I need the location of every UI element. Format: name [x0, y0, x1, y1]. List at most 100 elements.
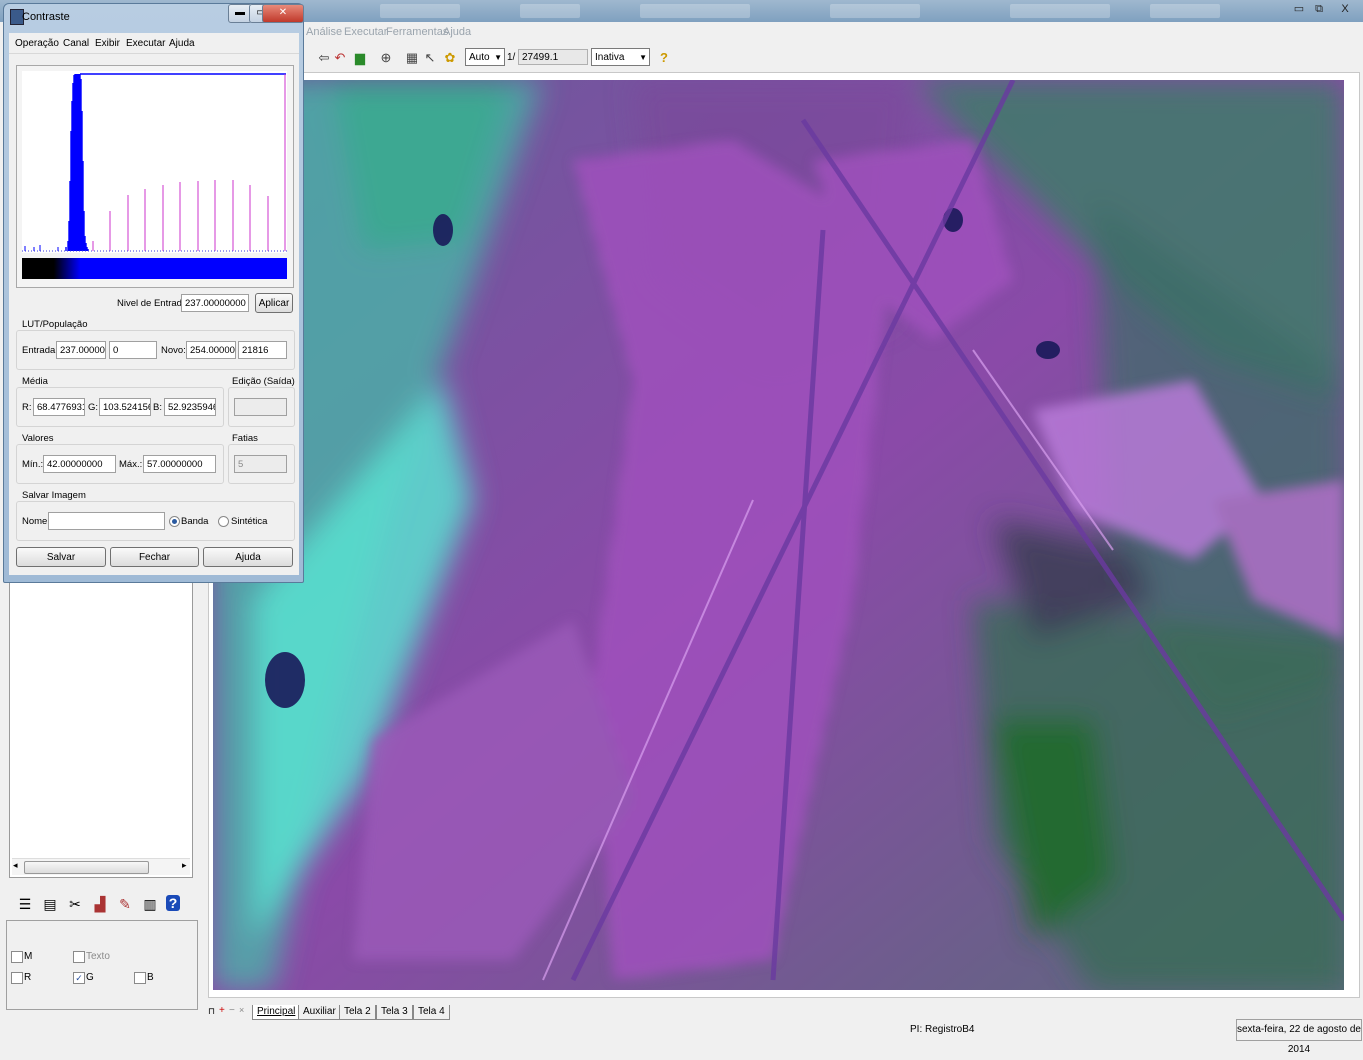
fatias-label: Fatias — [232, 433, 258, 444]
label-r: R — [24, 972, 32, 983]
checkbox-r[interactable] — [11, 972, 23, 984]
chevron-down-icon: ▼ — [494, 53, 502, 62]
scroll-left-icon[interactable]: ◂ — [13, 860, 18, 871]
input-level-label: Nivel de Entrada: — [117, 298, 190, 309]
help-icon[interactable]: ? — [166, 895, 180, 911]
taskbar-blur — [1010, 4, 1110, 18]
entrada-count-field[interactable]: 0 — [109, 341, 157, 359]
radio-banda[interactable] — [169, 516, 180, 527]
nome-label: Nome: — [22, 516, 50, 527]
undo-icon[interactable]: ↶ — [332, 50, 348, 66]
zoom-icon[interactable]: ⊕ — [378, 50, 394, 66]
salvar-imagem-label: Salvar Imagem — [22, 490, 86, 501]
media-label: Média — [22, 376, 48, 387]
novo-value-field[interactable]: 254.0000000 — [186, 341, 236, 359]
minimize-button[interactable]: ▭ — [1290, 2, 1308, 16]
radio-sintetica[interactable] — [218, 516, 229, 527]
tab-principal[interactable]: Principal — [252, 1005, 301, 1020]
novo-count-field[interactable]: 21816 — [238, 341, 287, 359]
back-arrow-icon[interactable]: ⇦ — [316, 50, 332, 66]
checkbox-texto[interactable] — [73, 951, 85, 963]
zoom-mode-value: Auto — [469, 52, 490, 63]
layers-icon[interactable]: ▆ — [352, 50, 368, 66]
b-label: B: — [153, 402, 162, 413]
status-date: sexta-feira, 22 de agosto de 2014 — [1236, 1019, 1362, 1055]
apply-button[interactable]: Aplicar — [255, 293, 293, 313]
ajuda-button[interactable]: Ajuda — [203, 547, 293, 567]
pointer-icon[interactable]: ↖ — [422, 50, 438, 66]
remove-tab-icon[interactable]: − — [229, 1005, 235, 1016]
label-texto: Texto — [86, 951, 110, 962]
channel-panel: M Texto R ✓ G B — [6, 920, 198, 1010]
max-field[interactable]: 57.00000000 — [143, 455, 216, 473]
zoom-mode-select[interactable]: Auto ▼ — [465, 48, 505, 66]
radio-banda-label: Banda — [181, 516, 209, 527]
taskbar-blur — [1150, 4, 1220, 18]
tools-icon[interactable]: ✂ — [66, 895, 84, 913]
add-tab-icon[interactable]: + — [219, 1005, 225, 1016]
edicao-field[interactable] — [234, 398, 287, 416]
lut-group-label: LUT/População — [22, 319, 88, 330]
close-tab-icon[interactable]: × — [239, 1005, 244, 1015]
salvar-button[interactable]: Salvar — [16, 547, 106, 567]
min-field[interactable]: 42.00000000 — [43, 455, 116, 473]
document-icon[interactable]: ▤ — [41, 895, 59, 913]
checkbox-g[interactable]: ✓ — [73, 972, 85, 984]
layer-tree-panel[interactable] — [9, 580, 193, 878]
scale-field[interactable]: 27499.1 — [518, 49, 588, 65]
help-icon[interactable]: ? — [656, 50, 672, 66]
entrada-value-field[interactable]: 237.0000000 — [56, 341, 106, 359]
grid-icon[interactable]: ▦ — [404, 50, 420, 66]
list-icon[interactable]: ☰ — [16, 895, 34, 913]
menu-analise[interactable]: Análise — [306, 26, 342, 38]
table-icon[interactable]: ▥ — [141, 895, 159, 913]
scroll-right-icon[interactable]: ▸ — [182, 860, 187, 871]
taskbar-blur — [380, 4, 460, 18]
g-label: G: — [88, 402, 99, 413]
palette-icon[interactable]: ✿ — [442, 50, 458, 66]
restore-button[interactable]: ⧉ — [1310, 2, 1328, 16]
taskbar-blur — [640, 4, 750, 18]
taskbar-blur — [830, 4, 920, 18]
r-mean-field[interactable]: 68.47769317 — [33, 398, 85, 416]
menu-executar[interactable]: Executar — [126, 38, 165, 49]
close-button[interactable]: X — [1336, 2, 1354, 16]
scroll-thumb[interactable] — [24, 861, 149, 874]
toolbar: ⇦ ↶ ▆ ⊕ ▦ ↖ ✿ Auto ▼ 1/ 27499.1 Inativa … — [300, 44, 1363, 72]
histogram[interactable] — [22, 71, 287, 253]
g-mean-field[interactable]: 103.52415618 — [99, 398, 151, 416]
checkbox-m[interactable] — [11, 951, 23, 963]
radio-sintetica-label: Sintética — [231, 516, 268, 527]
state-value: Inativa — [595, 52, 625, 63]
tab-nav-icon[interactable]: ⊓ — [208, 1006, 215, 1017]
valores-label: Valores — [22, 433, 54, 444]
menu-canal[interactable]: Canal — [63, 38, 89, 49]
status-plan: PI: RegistroB4 — [910, 1024, 975, 1035]
tab-auxiliar[interactable]: Auxiliar — [298, 1005, 341, 1020]
fechar-button[interactable]: Fechar — [110, 547, 199, 567]
b-mean-field[interactable]: 52.92359461 — [164, 398, 216, 416]
scale-prefix: 1/ — [507, 52, 516, 63]
menu-ferramentas[interactable]: Ferramentas — [386, 26, 448, 38]
menu-ajuda[interactable]: Ajuda — [443, 26, 471, 38]
state-select[interactable]: Inativa ▼ — [591, 48, 650, 66]
menu-ajuda[interactable]: Ajuda — [169, 38, 195, 49]
satellite-image[interactable] — [213, 80, 1344, 990]
fatias-field[interactable]: 5 — [234, 455, 287, 473]
horizontal-scrollbar[interactable]: ◂ ▸ — [12, 858, 190, 875]
menu-executar[interactable]: Executar — [344, 26, 387, 38]
chart-icon[interactable]: ▟ — [91, 895, 109, 913]
dialog-menu-bar: Operação Canal Exibir Executar Ajuda — [9, 33, 299, 54]
checkbox-b[interactable] — [134, 972, 146, 984]
label-b: B — [147, 972, 154, 983]
nome-field[interactable] — [48, 512, 165, 530]
r-label: R: — [22, 402, 32, 413]
pencil-icon[interactable]: ✎ — [116, 895, 134, 913]
menu-operacao[interactable]: Operação — [15, 38, 59, 49]
tab-tela-4[interactable]: Tela 4 — [413, 1005, 450, 1020]
dialog-close-button[interactable]: ✕ — [262, 4, 304, 23]
tab-tela-3[interactable]: Tela 3 — [376, 1005, 413, 1020]
input-level-field[interactable]: 237.00000000 — [181, 294, 249, 312]
tab-tela-2[interactable]: Tela 2 — [339, 1005, 376, 1020]
menu-exibir[interactable]: Exibir — [95, 38, 120, 49]
